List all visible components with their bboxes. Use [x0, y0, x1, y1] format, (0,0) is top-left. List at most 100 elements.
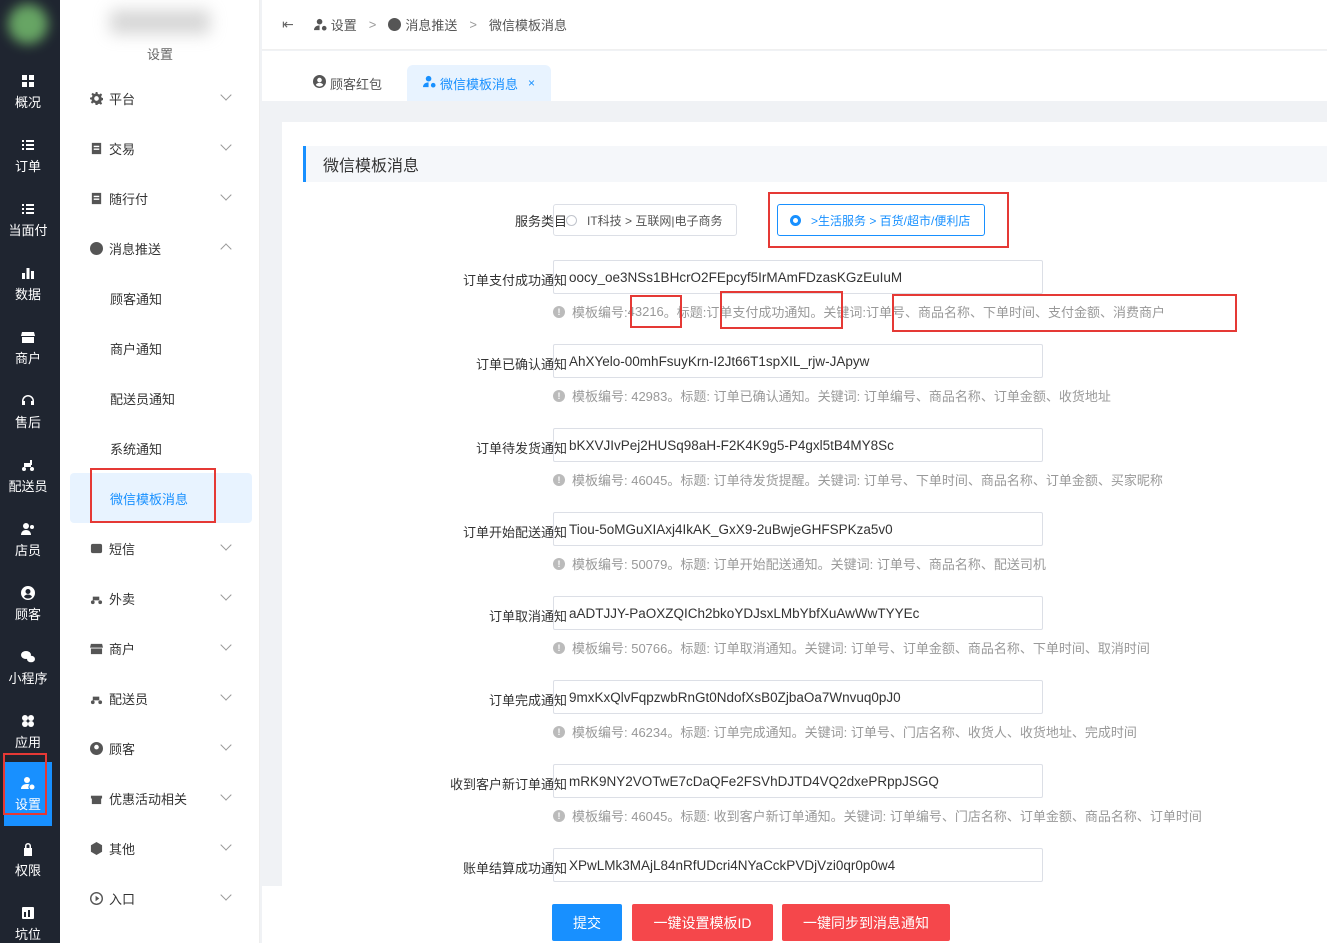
rail-item-miniprogram[interactable]: 小程序: [0, 636, 56, 700]
rail-item-data[interactable]: 数据: [0, 252, 56, 316]
template-id-input[interactable]: oocy_oe3NSs1BHcrO2FEpcyf5IrMAmFDzasKGzEu…: [553, 260, 1043, 294]
content-card: 微信模板消息 服务类目 IT科技 > 互联网|电子商务 >生活服务 > 百货/超…: [282, 122, 1327, 892]
rail-item-merchant[interactable]: 商户: [0, 316, 56, 380]
submenu-item-customer[interactable]: 顾客: [70, 723, 252, 773]
rail-item-permissions[interactable]: 权限: [0, 828, 56, 892]
submenu-item-message-push[interactable]: 消息推送: [70, 223, 252, 273]
sms-icon: [90, 541, 104, 555]
hint-text: 。标题:: [663, 305, 707, 320]
submenu-item-promotions[interactable]: 优惠活动相关: [70, 773, 252, 823]
menu-fold-icon[interactable]: ⇤: [282, 16, 294, 33]
hexagon-icon: [90, 841, 104, 855]
set-template-id-button[interactable]: 一键设置模板ID: [632, 904, 773, 941]
rail-item-label: 应用: [14, 734, 41, 750]
hint-title: 订单支付成功通知: [706, 305, 811, 320]
submenu-item-wechat-template[interactable]: 微信模板消息: [70, 473, 252, 523]
rail-item-slots[interactable]: 坑位: [0, 892, 56, 943]
user-circle-icon: [313, 75, 330, 91]
submenu-item-platform[interactable]: 平台: [70, 73, 252, 123]
submenu-item-merchant[interactable]: 商户: [70, 623, 252, 673]
chevron-up-icon: [220, 243, 232, 255]
template-id-input[interactable]: 9mxKxQlvFqpzwbRnGt0NdofXsB0ZjbaOa7Wnvuq0…: [553, 680, 1043, 714]
store-name-blurred: [110, 10, 210, 34]
info-icon: !: [553, 305, 565, 318]
rail-item-customer[interactable]: 顾客: [0, 572, 56, 636]
rail-item-label: 概况: [14, 94, 41, 110]
close-icon[interactable]: ×: [528, 76, 535, 90]
service-option-life[interactable]: >生活服务 > 百货/超市/便利店: [777, 204, 986, 236]
hint-text: 。关键词:: [810, 305, 867, 320]
rail-item-after-sales[interactable]: 售后: [0, 380, 56, 444]
submenu-label: 平台: [109, 91, 136, 107]
tab-label: 顾客红包: [330, 76, 383, 92]
template-label: 账单结算成功通知: [462, 861, 567, 876]
template-id-input[interactable]: aADTJJY-PaOXZQICh2bkoYDJsxLMbYbfXuAwWwTY…: [553, 596, 1043, 630]
rail-item-label: 当面付: [8, 222, 48, 238]
hint-text: 模板编号: 46045。标题: 订单待发货提醒。关键词: 订单号、下单时间、商品…: [572, 473, 1163, 488]
sync-to-notice-button[interactable]: 一键同步到消息通知: [782, 904, 950, 941]
message-icon: [90, 241, 104, 255]
rail-item-orders[interactable]: 订单: [0, 124, 56, 188]
rail-item-overview[interactable]: 概况: [0, 60, 56, 124]
tab-customer-redpacket[interactable]: 顾客红包: [297, 65, 398, 101]
template-id-input[interactable]: bKXVJIvPej2HUSq98aH-F2K4K9g5-P4gxl5tB4MY…: [553, 428, 1043, 462]
hint-text: 模板编号: 50766。标题: 订单取消通知。关键词: 订单号、订单金额、商品名…: [572, 641, 1150, 656]
users-icon: [21, 522, 35, 536]
template-id-input[interactable]: AhXYelo-00mhFsuyKrn-I2Jt66T1spXIL_rjw-JA…: [553, 344, 1043, 378]
submenu-item-courier[interactable]: 配送员: [70, 673, 252, 723]
user-gear-icon: [313, 17, 331, 32]
submenu-item-takeaway[interactable]: 外卖: [70, 573, 252, 623]
scooter-icon: [21, 458, 35, 472]
dashboard-icon: [21, 74, 35, 88]
rail-item-label: 订单: [14, 158, 41, 174]
template-hint: ! 模板编号: 46234。标题: 订单完成通知。关键词: 订单号、门店名称、收…: [553, 722, 1137, 741]
rail-item-face-pay[interactable]: 当面付: [0, 188, 56, 252]
template-id-input[interactable]: XPwLMk3MAjL84nRfUDcri4NYaCckPVDjVzi0qr0p…: [553, 848, 1043, 882]
info-icon: !: [553, 473, 565, 486]
template-hint: ! 模板编号: 50766。标题: 订单取消通知。关键词: 订单号、订单金额、商…: [553, 638, 1150, 657]
info-icon: !: [553, 725, 565, 738]
store-icon: [21, 330, 35, 344]
rail-item-staff[interactable]: 店员: [0, 508, 56, 572]
store-icon: [90, 641, 104, 655]
submenu-item-merchant-notice[interactable]: 商户通知: [70, 323, 252, 373]
submenu-item-trade[interactable]: 交易: [70, 123, 252, 173]
rail-item-apps[interactable]: 应用: [0, 700, 56, 764]
template-hint: ! 模板编号: 46045。标题: 收到客户新订单通知。关键词: 订单编号、门店…: [553, 806, 1202, 825]
footer-actions: 提交 一键设置模板ID 一键同步到消息通知: [262, 886, 1327, 943]
submenu-item-suixingfu[interactable]: 随行付: [70, 173, 252, 223]
settings-submenu: 设置 平台 交易 随行付 消息推送 顾客通知 商户通知 配送员通知 系统通知 微…: [60, 0, 260, 943]
template-id-input[interactable]: Tiou-5oMGuXIAxj4IkAK_GxX9-2uBwjeGHFSPKza…: [553, 512, 1043, 546]
rail-item-settings[interactable]: 设置: [4, 762, 52, 826]
user-circle-icon: [90, 741, 104, 755]
service-option-it[interactable]: IT科技 > 互联网|电子商务: [553, 204, 738, 236]
submenu-item-other[interactable]: 其他: [70, 823, 252, 873]
submenu-item-sms[interactable]: 短信: [70, 523, 252, 573]
rail-item-courier[interactable]: 配送员: [0, 444, 56, 508]
chevron-down-icon: [220, 639, 232, 651]
submenu-item-system-notice[interactable]: 系统通知: [70, 423, 252, 473]
info-icon: !: [553, 557, 565, 570]
entry-icon: [90, 891, 104, 905]
chevron-down-icon: [220, 89, 232, 101]
tab-wechat-template[interactable]: 微信模板消息 ×: [407, 65, 552, 101]
rail-item-label: 小程序: [8, 670, 48, 686]
top-bar: ⇤ 设置 > 消息推送 > 微信模板消息: [262, 0, 1327, 50]
submenu-label: 消息推送: [109, 241, 162, 257]
rail-item-label: 权限: [14, 862, 41, 878]
template-hint: ! 模板编号: 43216 。标题: 订单支付成功通知 。关键词: 订单号、商品…: [553, 302, 1165, 321]
lock-icon: [21, 842, 35, 856]
section-title: 微信模板消息: [303, 146, 1327, 182]
template-hint: ! 模板编号: 46045。标题: 订单待发货提醒。关键词: 订单号、下单时间、…: [553, 470, 1163, 489]
template-id-input[interactable]: mRK9NY2VOTwE7cDaQFe2FSVhDJTD4VQ2dxePRppJ…: [553, 764, 1043, 798]
breadcrumb-item[interactable]: 消息推送: [405, 15, 457, 34]
submit-button[interactable]: 提交: [552, 904, 622, 941]
submenu-item-entry[interactable]: 入口: [70, 873, 252, 923]
headset-icon: [21, 394, 35, 408]
hint-keywords: 订单号、商品名称、下单时间、支付金额、消费商户: [866, 305, 1166, 320]
rail-item-label: 数据: [14, 286, 41, 302]
breadcrumb-item[interactable]: 设置: [331, 15, 357, 34]
app-logo: [8, 4, 48, 44]
submenu-item-customer-notice[interactable]: 顾客通知: [70, 273, 252, 323]
submenu-item-courier-notice[interactable]: 配送员通知: [70, 373, 252, 423]
